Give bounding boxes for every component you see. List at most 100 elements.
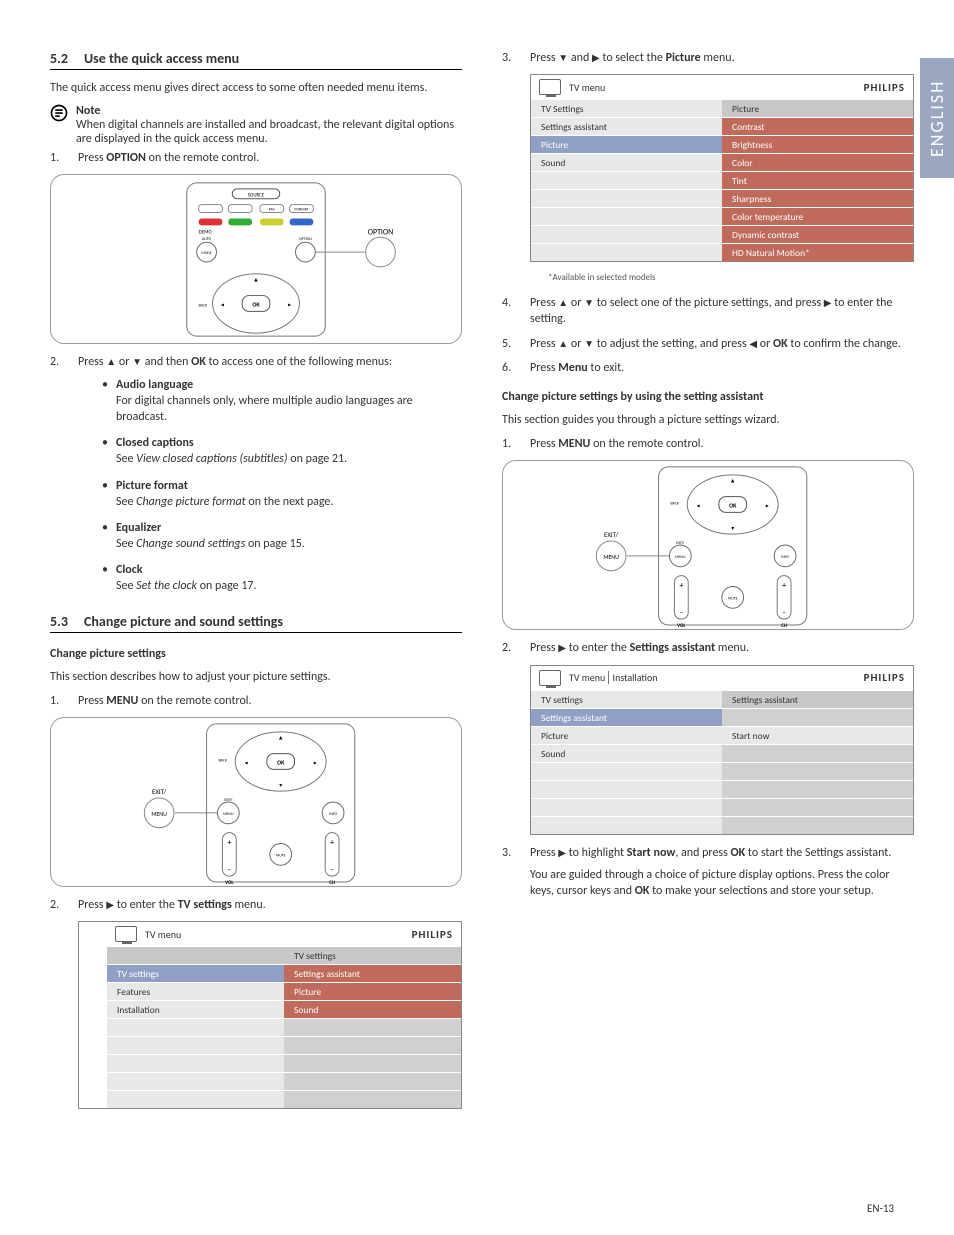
r	[722, 762, 913, 780]
osd2-footnote: *Available in selected models	[548, 272, 914, 283]
r	[531, 762, 722, 780]
subhead-change-picture: Change picture settings	[50, 647, 462, 661]
r	[531, 816, 722, 834]
t: Press	[530, 641, 558, 655]
submenu-picture-format: Picture format See Change picture format…	[102, 478, 462, 510]
osd3-crumb: TV menu Installation	[569, 671, 864, 684]
down-triangle-icon: ▼	[584, 298, 594, 309]
osd2-r7: HD Natural Motion*	[722, 243, 913, 261]
osd2-r3: Tint	[722, 171, 913, 189]
r	[722, 744, 913, 762]
osd1-right-head: TV settings	[284, 946, 461, 964]
osd1-left-head	[107, 946, 284, 964]
t: Audio language	[116, 378, 193, 392]
tv-icon	[115, 926, 137, 942]
sec52-step-1: Press OPTION on the remote control.	[50, 150, 462, 166]
r	[531, 798, 722, 816]
quick-access-submenu: Audio language For digital channels only…	[102, 377, 462, 595]
t: View closed captions (subtitles)	[136, 452, 287, 466]
philips-brand: PHILIPS	[864, 671, 905, 684]
t: to enter the	[114, 898, 178, 912]
osd-settings-assistant: TV menu Installation PHILIPS TV settings…	[530, 665, 914, 835]
heading-number: 5.3	[50, 613, 84, 630]
philips-brand: PHILIPS	[864, 81, 905, 94]
osd1-l0: TV settings	[107, 964, 284, 982]
svg-text:OPTION: OPTION	[368, 228, 393, 238]
t: Set the clock	[136, 579, 197, 593]
osd-picture: TV menu PHILIPS TV Settings Settings ass…	[530, 74, 914, 262]
t: Picture	[666, 51, 701, 65]
t: to select one of the picture settings, a…	[594, 296, 824, 310]
svg-text:CH: CH	[781, 623, 787, 629]
svg-text:CH: CH	[329, 880, 335, 886]
osd2-r1: Brightness	[722, 135, 913, 153]
svg-text:–: –	[330, 865, 334, 875]
svg-text:INFO: INFO	[329, 812, 337, 817]
svg-text:OPTION: OPTION	[299, 238, 312, 243]
heading-text: Change picture and sound settings	[84, 613, 283, 630]
down-triangle-icon: ▼	[558, 53, 568, 64]
s2-step-2: Press ▶ to enter the Settings assistant …	[502, 640, 914, 656]
svg-text:MODE: MODE	[201, 251, 211, 256]
t: Equalizer	[116, 521, 161, 535]
osd2-r4: Sharpness	[722, 189, 913, 207]
t: and	[568, 51, 592, 65]
t: or	[757, 337, 773, 351]
svg-text:VOL: VOL	[225, 880, 233, 886]
svg-text:OK: OK	[277, 758, 285, 766]
source-label: SOURCE	[248, 193, 265, 199]
t: to enter the	[566, 641, 630, 655]
right-triangle-icon: ▶	[558, 848, 566, 859]
right-column: Press ▼ and ▶ to select the Picture menu…	[502, 50, 914, 1119]
sub2-intro: This section guides you through a pictur…	[502, 412, 914, 428]
osd3-l0: TV settings	[531, 690, 722, 708]
s2-steps-3: Press ▶ to highlight Start now, and pres…	[502, 845, 914, 900]
t: Start now	[627, 846, 676, 860]
t: Press	[530, 437, 558, 451]
left-triangle-icon: ◀	[749, 339, 757, 350]
t: menu.	[715, 641, 749, 655]
remote-diagram-option: SOURCE FAV FORMAT DEMO AUTO MODE	[50, 174, 462, 344]
s1-step-4: Press ▲ or ▼ to select one of the pictur…	[502, 295, 914, 327]
t: Press	[530, 361, 558, 375]
osd2-l0: TV Settings	[531, 99, 722, 117]
t: or	[116, 355, 132, 369]
t: MENU	[558, 437, 590, 451]
t: on page 15.	[245, 537, 305, 551]
up-triangle-icon: ▲	[558, 339, 568, 350]
t: Installation	[608, 671, 658, 684]
t: OPTION	[106, 151, 146, 165]
t: OK	[773, 337, 788, 351]
t: to exit.	[588, 361, 624, 375]
svg-text:VOL: VOL	[677, 623, 685, 629]
sec52-step-2: Press ▲ or ▼ and then OK to access one o…	[50, 354, 462, 594]
t: or	[568, 337, 584, 351]
osd3-l1: Settings assistant	[531, 708, 722, 726]
osd2-r5: Color temperature	[722, 207, 913, 225]
svg-text:FORMAT: FORMAT	[295, 208, 309, 213]
svg-text:▸: ▸	[314, 758, 317, 766]
osd1-crumb: TV menu	[145, 928, 412, 941]
svg-text:–: –	[227, 865, 231, 875]
svg-text:EXIT/: EXIT/	[604, 530, 619, 539]
svg-text:DEMO: DEMO	[199, 230, 213, 236]
submenu-equalizer: Equalizer See Change sound settings on p…	[102, 520, 462, 552]
up-triangle-icon: ▲	[558, 298, 568, 309]
down-triangle-icon: ▼	[584, 339, 594, 350]
t: Settings assistant	[630, 641, 716, 655]
svg-text:▲: ▲	[730, 477, 736, 485]
remote-diagram-menu-1: OK ▲ ▾ ◂ ▸ BACK MENU EXIT/ INFO + – VOL …	[50, 717, 462, 887]
t: OK	[635, 884, 650, 898]
t: Press	[530, 337, 558, 351]
right-triangle-icon: ▶	[106, 900, 114, 911]
down-triangle-icon: ▼	[132, 357, 142, 368]
r	[531, 189, 722, 207]
r	[107, 1072, 284, 1090]
s1-steps: Press MENU on the remote control.	[50, 693, 462, 709]
note-icon	[50, 104, 68, 122]
svg-text:BACK: BACK	[670, 502, 679, 507]
s1-step-2: Press ▶ to enter the TV settings menu.	[50, 897, 462, 913]
subhead-setting-assistant: Change picture settings by using the set…	[502, 390, 914, 404]
s1-step-5: Press ▲ or ▼ to adjust the setting, and …	[502, 336, 914, 352]
philips-brand: PHILIPS	[412, 928, 453, 941]
